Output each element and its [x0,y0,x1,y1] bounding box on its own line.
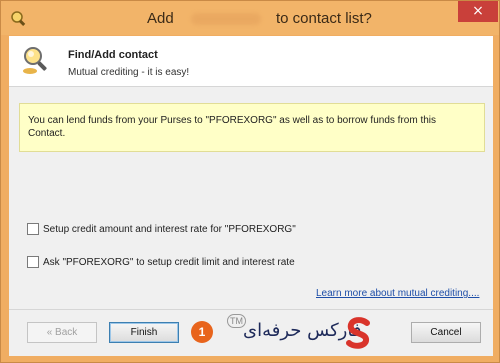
title-bar[interactable]: Add to contact list? × [1,1,499,35]
search-contact-icon [23,47,47,74]
close-button[interactable]: × [458,1,498,22]
wizard-body: You can lend funds from your Purses to "… [9,87,493,309]
ask-credit-checkbox[interactable] [27,256,39,268]
dialog-window: Add to contact list? × Find/Add contact … [0,0,500,363]
ask-credit-label[interactable]: Ask "PFOREXORG" to setup credit limit an… [43,257,295,268]
dialog-client: Find/Add contact Mutual crediting - it i… [9,36,493,356]
option-ask-credit[interactable]: Ask "PFOREXORG" to setup credit limit an… [27,255,295,269]
watermark-text: فارکس حرفه‌ای [243,320,362,341]
app-icon [11,11,26,26]
wizard-header: Find/Add contact Mutual crediting - it i… [9,36,493,84]
title-suffix: to contact list? [276,10,372,27]
step-badge: 1 [191,321,213,343]
wizard-title: Find/Add contact [68,49,158,61]
redacted-contact-name [191,13,261,25]
info-message: You can lend funds from your Purses to "… [19,103,485,152]
wizard-footer: « Back Finish 1 TM فارکس حرفه‌ای Cancel [9,310,493,356]
watermark-logo: TM فارکس حرفه‌ای [227,314,387,354]
wizard-subtitle: Mutual crediting - it is easy! [68,67,190,78]
setup-credit-label[interactable]: Setup credit amount and interest rate fo… [43,224,296,235]
title-prefix: Add [147,10,174,27]
finish-button[interactable]: Finish [109,322,179,343]
cancel-button[interactable]: Cancel [411,322,481,343]
learn-more-link[interactable]: Learn more about mutual crediting.... [316,288,479,299]
option-setup-credit[interactable]: Setup credit amount and interest rate fo… [27,222,296,236]
s-logo-icon [346,317,370,349]
back-button[interactable]: « Back [27,322,97,343]
setup-credit-checkbox[interactable] [27,223,39,235]
